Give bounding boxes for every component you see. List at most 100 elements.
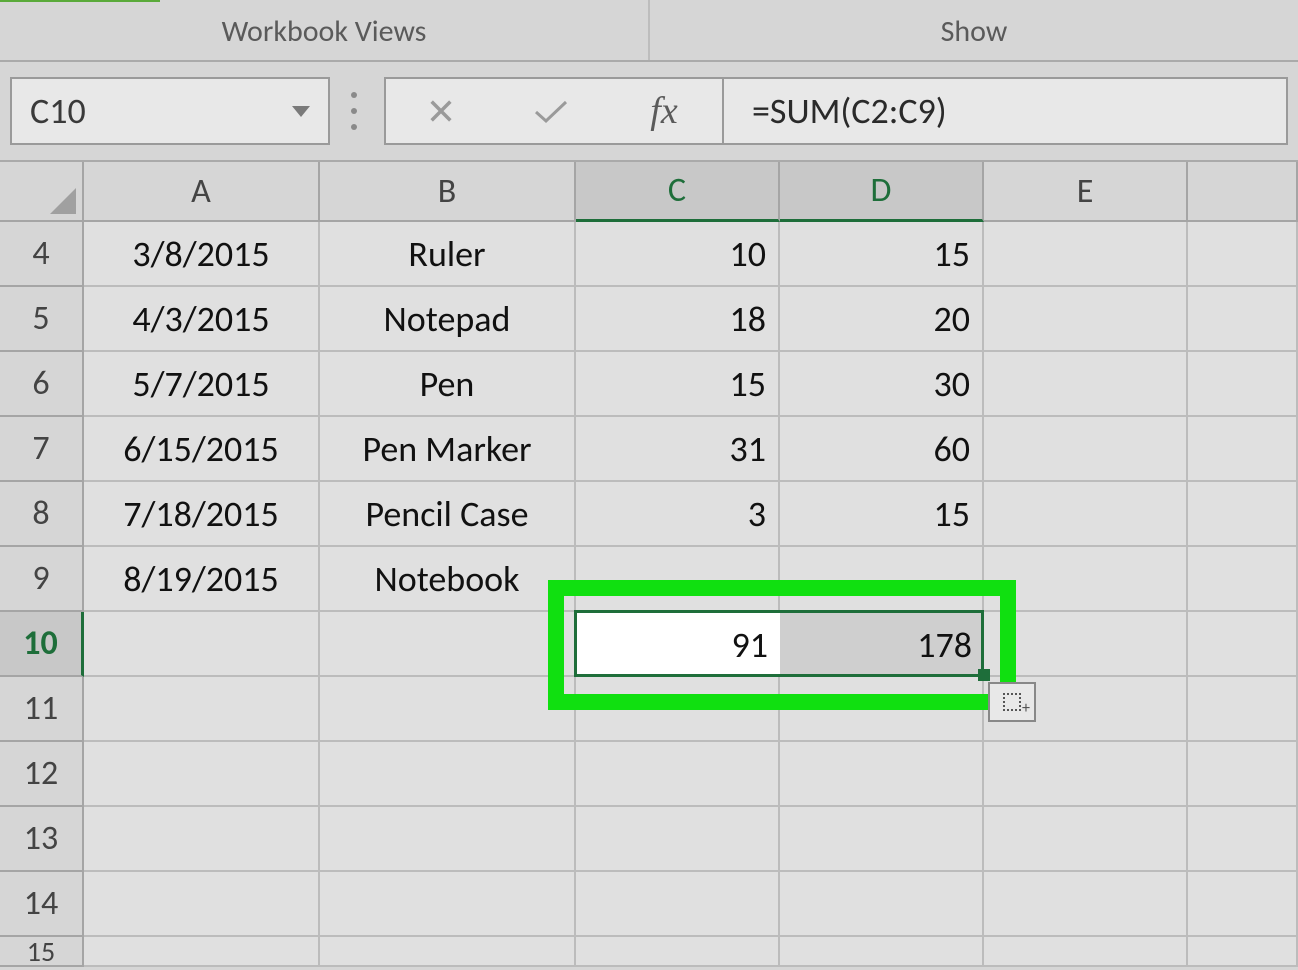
cell-f6[interactable] [1188,352,1298,417]
column-header-a[interactable]: A [84,162,320,222]
cell-a8[interactable]: 7/18/2015 [84,482,320,547]
cell-e10[interactable] [984,612,1188,677]
cell-f10[interactable] [1188,612,1298,677]
cell-d15[interactable] [780,937,984,967]
cell-f11[interactable] [1188,677,1298,742]
formula-bar-input[interactable]: =SUM(C2:C9) [724,77,1288,145]
cell-b15[interactable] [320,937,576,967]
cell-e12[interactable] [984,742,1188,807]
cell-f8[interactable] [1188,482,1298,547]
cell-f12[interactable] [1188,742,1298,807]
selected-cell-d10[interactable]: 178 [780,612,984,677]
cell-b6[interactable]: Pen [320,352,576,417]
row-header-6[interactable]: 6 [0,352,84,417]
cell-a4[interactable]: 3/8/2015 [84,222,320,287]
column-header-f[interactable] [1188,162,1298,222]
cell-d5[interactable]: 20 [780,287,984,352]
cell-f9[interactable] [1188,547,1298,612]
row-header-4[interactable]: 4 [0,222,84,287]
active-cell-c10[interactable]: 91 [576,612,780,677]
cell-f7[interactable] [1188,417,1298,482]
cell-d13[interactable] [780,807,984,872]
cell-b10[interactable] [320,612,576,677]
cell-b14[interactable] [320,872,576,937]
cell-b7[interactable]: Pen Marker [320,417,576,482]
cell-e9[interactable] [984,547,1188,612]
cell-b12[interactable] [320,742,576,807]
ribbon-group-workbook-views[interactable]: Workbook Views [0,0,650,60]
cell-b4[interactable]: Ruler [320,222,576,287]
cell-a6[interactable]: 5/7/2015 [84,352,320,417]
cell-c13[interactable] [576,807,780,872]
cell-a11[interactable] [84,677,320,742]
insert-function-button[interactable]: fx [606,79,724,143]
cell-d6[interactable]: 30 [780,352,984,417]
chevron-down-icon[interactable] [292,106,310,117]
cell-c4[interactable]: 10 [576,222,780,287]
cell-e15[interactable] [984,937,1188,967]
column-header-e[interactable]: E [984,162,1188,222]
row-header-7[interactable]: 7 [0,417,84,482]
cell-a10[interactable] [84,612,320,677]
column-header-c[interactable]: C [576,162,780,222]
row-header-5[interactable]: 5 [0,287,84,352]
cell-c11[interactable] [576,677,780,742]
cell-c6[interactable]: 15 [576,352,780,417]
cell-d7[interactable]: 60 [780,417,984,482]
cell-a5[interactable]: 4/3/2015 [84,287,320,352]
autofill-options-button[interactable]: + [988,682,1036,722]
row-header-11[interactable]: 11 [0,677,84,742]
row-header-9[interactable]: 9 [0,547,84,612]
cell-d4[interactable]: 15 [780,222,984,287]
cell-c8[interactable]: 3 [576,482,780,547]
cell-f13[interactable] [1188,807,1298,872]
spreadsheet-grid[interactable]: A B C D E 4 3/8/2015 Ruler 10 15 5 4/3/2… [0,162,1298,967]
cell-b8[interactable]: Pencil Case [320,482,576,547]
cell-c14[interactable] [576,872,780,937]
cell-d14[interactable] [780,872,984,937]
cell-a7[interactable]: 6/15/2015 [84,417,320,482]
cell-f15[interactable] [1188,937,1298,967]
drag-handle-icon[interactable] [340,92,368,130]
fill-handle[interactable] [978,669,990,681]
row-header-8[interactable]: 8 [0,482,84,547]
cell-b13[interactable] [320,807,576,872]
select-all-corner[interactable] [0,162,84,222]
cell-e7[interactable] [984,417,1188,482]
column-header-b[interactable]: B [320,162,576,222]
enter-button[interactable] [496,79,606,143]
cell-b5[interactable]: Notepad [320,287,576,352]
cell-e13[interactable] [984,807,1188,872]
cell-f14[interactable] [1188,872,1298,937]
cell-a12[interactable] [84,742,320,807]
cell-e8[interactable] [984,482,1188,547]
cell-c5[interactable]: 18 [576,287,780,352]
cell-d12[interactable] [780,742,984,807]
name-box[interactable]: C10 [10,77,330,145]
cell-f5[interactable] [1188,287,1298,352]
cell-c9[interactable] [576,547,780,612]
cell-e6[interactable] [984,352,1188,417]
cell-b9[interactable]: Notebook [320,547,576,612]
cell-a15[interactable] [84,937,320,967]
cell-c15[interactable] [576,937,780,967]
cell-f4[interactable] [1188,222,1298,287]
cell-a9[interactable]: 8/19/2015 [84,547,320,612]
row-header-13[interactable]: 13 [0,807,84,872]
cell-b11[interactable] [320,677,576,742]
cell-a13[interactable] [84,807,320,872]
cell-e14[interactable] [984,872,1188,937]
cell-d8[interactable]: 15 [780,482,984,547]
ribbon-group-show[interactable]: Show [650,0,1298,60]
column-header-d[interactable]: D [780,162,984,222]
cell-c7[interactable]: 31 [576,417,780,482]
cancel-button[interactable] [386,79,496,143]
row-header-14[interactable]: 14 [0,872,84,937]
row-header-12[interactable]: 12 [0,742,84,807]
cell-a14[interactable] [84,872,320,937]
row-header-10[interactable]: 10 [0,612,84,677]
row-header-15[interactable]: 15 [0,937,84,967]
cell-e5[interactable] [984,287,1188,352]
cell-e4[interactable] [984,222,1188,287]
cell-c12[interactable] [576,742,780,807]
